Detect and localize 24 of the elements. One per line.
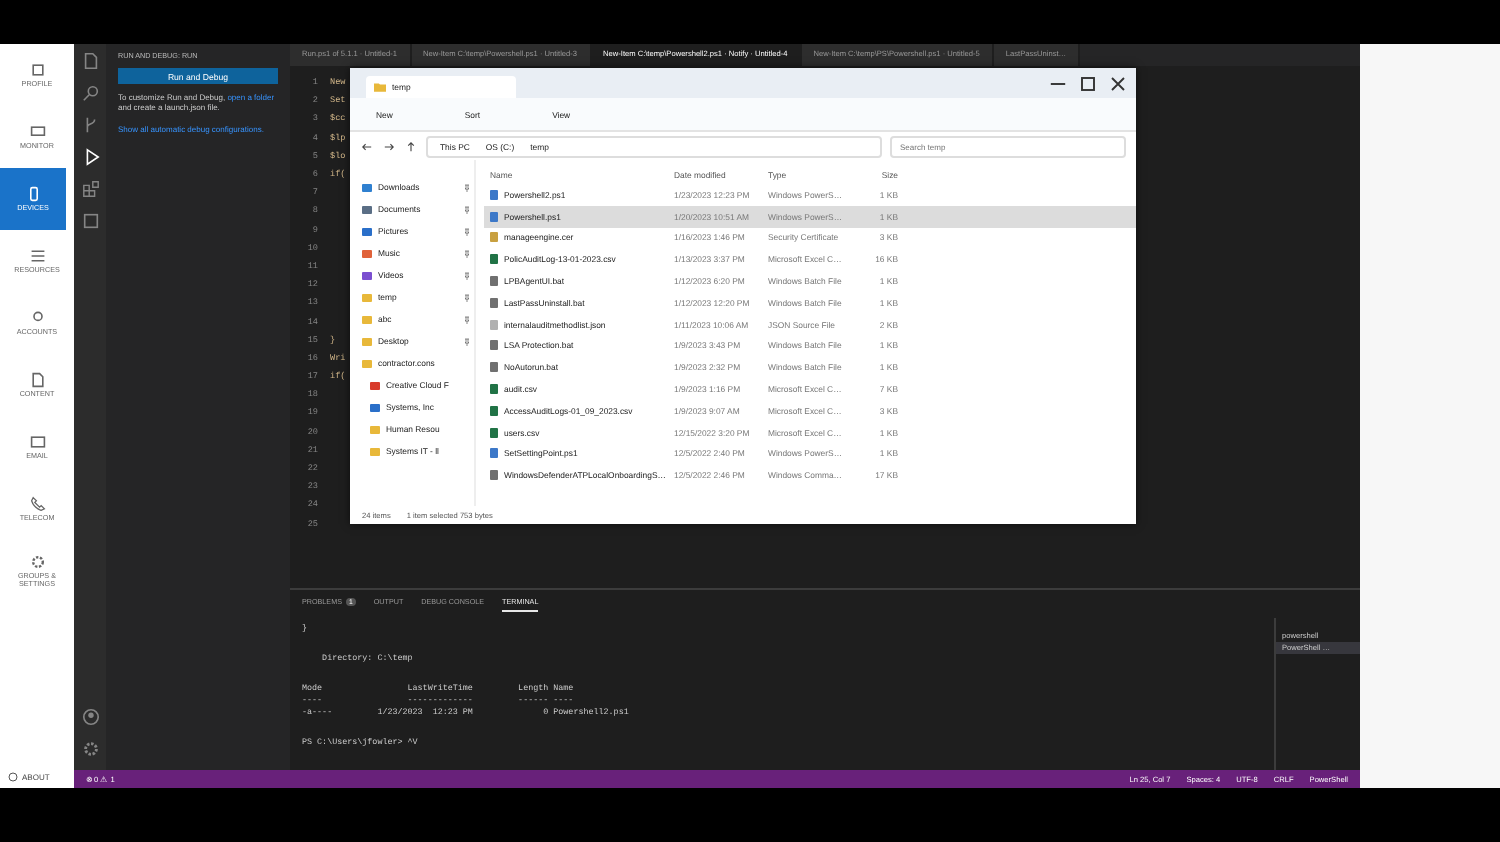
extensions-icon[interactable] xyxy=(81,180,99,198)
settings-icon[interactable] xyxy=(81,740,99,758)
back-arrow-icon[interactable] xyxy=(360,139,374,153)
nav-icon xyxy=(29,61,45,78)
nav-icon xyxy=(25,185,41,202)
nav-icon xyxy=(29,309,45,326)
close-icon[interactable] xyxy=(1106,71,1130,95)
nav-icon xyxy=(29,433,45,450)
folder-icon xyxy=(374,82,386,92)
maximize-icon[interactable] xyxy=(1076,71,1100,95)
nav-icon xyxy=(29,123,45,140)
up-arrow-icon[interactable] xyxy=(404,139,418,153)
files-icon[interactable] xyxy=(81,52,99,70)
remote-icon[interactable] xyxy=(81,212,99,230)
nav-icon xyxy=(29,553,45,570)
nav-icon xyxy=(29,495,45,512)
run-icon[interactable] xyxy=(81,148,99,166)
info-icon xyxy=(8,771,18,781)
nav-icon xyxy=(29,247,45,264)
search-icon[interactable] xyxy=(81,84,99,102)
nav-icon xyxy=(29,371,45,388)
branch-icon[interactable] xyxy=(81,116,99,134)
account-icon[interactable] xyxy=(81,708,99,726)
forward-arrow-icon[interactable] xyxy=(382,139,396,153)
